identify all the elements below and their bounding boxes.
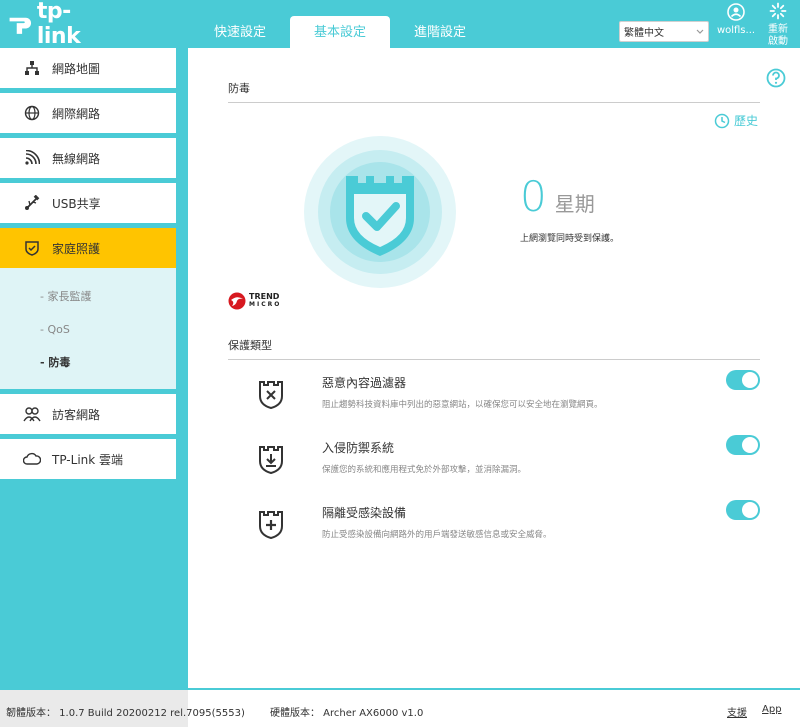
sidebar-item-label: 網路地圖 xyxy=(52,61,101,76)
sidebar-item-internet[interactable]: 網際網路 xyxy=(0,93,176,133)
hardware-version: 硬體版本： Archer AX6000 v1.0 xyxy=(270,708,424,719)
tp-link-logo-icon xyxy=(9,17,32,34)
section-title-antivirus: 防毒 xyxy=(228,80,760,103)
weeks-protected-value: 0 xyxy=(520,172,547,221)
usb-icon xyxy=(22,193,42,213)
tab-basic[interactable]: 基本設定 xyxy=(290,16,390,48)
weeks-protected-unit: 星期 xyxy=(554,192,595,216)
infected-quarantine-toggle[interactable] xyxy=(726,500,760,520)
homecare-subnav: - 家長監護 - QoS - 防毒 xyxy=(0,268,176,389)
sidebar-item-label: 網際網路 xyxy=(52,106,101,121)
app-link[interactable]: App xyxy=(762,704,782,715)
stat-description: 上網瀏覽同時受到保護。 xyxy=(520,234,620,244)
sidebar-item-wireless[interactable]: 無線網路 xyxy=(0,138,176,178)
trend-line1: TREND xyxy=(249,292,280,301)
support-link[interactable]: 支援 xyxy=(727,704,747,719)
subnav-item-qos[interactable]: - QoS xyxy=(40,313,176,346)
sidebar-item-usb[interactable]: USB共享 xyxy=(0,183,176,223)
cloud-icon xyxy=(22,449,42,469)
shield-icon xyxy=(22,238,42,258)
reboot-label: 重新啟動 xyxy=(768,24,788,47)
malicious-filter-toggle[interactable] xyxy=(726,370,760,390)
protection-shield-graphic xyxy=(304,136,456,288)
subnav-item-parental-controls[interactable]: - 家長監護 xyxy=(40,280,176,313)
user-icon xyxy=(727,3,745,21)
reboot-button[interactable]: 重新啟動 xyxy=(760,2,796,48)
trend-micro-icon xyxy=(228,292,246,310)
chevron-down-icon xyxy=(696,29,704,34)
sidebar-item-label: 家庭照護 xyxy=(52,241,101,256)
sidebar: 網路地圖 網際網路 無線網路 USB共享 家庭照護 - 家長監護 - QoS -… xyxy=(0,48,176,484)
language-select[interactable]: 繁體中文 xyxy=(619,21,709,42)
user-name: wolfls... xyxy=(716,25,756,36)
sidebar-item-label: 無線網路 xyxy=(52,151,101,166)
footer: 韌體版本： 1.0.7 Build 20200212 rel.7095(5553… xyxy=(0,690,800,727)
guests-icon xyxy=(22,404,42,424)
subnav-item-antivirus[interactable]: - 防毒 xyxy=(40,346,176,379)
tp-link-logo[interactable]: tp-link xyxy=(6,0,106,49)
user-account[interactable]: wolfls... xyxy=(716,2,756,36)
sidebar-item-homecare[interactable]: 家庭照護 xyxy=(0,228,176,268)
trend-line2: MICRO xyxy=(249,301,282,308)
sidebar-item-label: TP-Link 雲端 xyxy=(52,452,124,467)
sidebar-item-label: USB共享 xyxy=(52,196,101,211)
sidebar-item-network-map[interactable]: 網路地圖 xyxy=(0,48,176,88)
logo-text: tp-link xyxy=(36,0,81,49)
tab-quick-setup[interactable]: 快速設定 xyxy=(190,16,290,48)
sidebar-item-tplink-cloud[interactable]: TP-Link 雲端 xyxy=(0,439,176,479)
shield-x-icon xyxy=(259,381,283,410)
wifi-icon xyxy=(22,148,42,168)
sidebar-item-guest-network[interactable]: 訪客網路 xyxy=(0,394,176,434)
main-panel: 防毒 歷史 0 星期 上網瀏覽同時受到保護。 TREND MICRO 保護類型 … xyxy=(188,48,800,688)
shield-plus-icon xyxy=(259,511,283,540)
clock-icon xyxy=(714,113,730,128)
protection-row-intrusion-prevention: 入侵防禦系統 保護您的系統和應用程式免於外部攻擊，並消除漏洞。 xyxy=(228,435,760,495)
protection-title: 隔離受感染設備 xyxy=(322,506,407,520)
history-link[interactable]: 歷史 xyxy=(714,112,758,129)
intrusion-prevention-toggle[interactable] xyxy=(726,435,760,455)
protection-desc: 防止受感染設備向網路外的用戶端發送敏感信息或安全威脅。 xyxy=(322,530,552,540)
reboot-icon xyxy=(769,2,787,20)
history-label: 歷史 xyxy=(734,114,759,128)
tab-advanced[interactable]: 進階設定 xyxy=(390,16,490,48)
trend-micro-logo: TREND MICRO xyxy=(228,292,281,310)
protection-row-malicious-filter: 惡意內容過濾器 阻止趨勢科技資料庫中列出的惡意網站，以確保您可以安全地在瀏覽網頁… xyxy=(228,370,760,430)
protection-desc: 保護您的系統和應用程式免於外部攻擊，並消除漏洞。 xyxy=(322,465,527,475)
globe-icon xyxy=(22,103,42,123)
language-value: 繁體中文 xyxy=(624,28,664,39)
weeks-protected-stat: 0 星期 xyxy=(520,172,595,221)
help-icon[interactable] xyxy=(766,68,786,88)
top-tabs: 快速設定 基本設定 進階設定 xyxy=(190,16,490,48)
protection-title: 惡意內容過濾器 xyxy=(322,376,407,390)
firmware-version: 韌體版本： 1.0.7 Build 20200212 rel.7095(5553… xyxy=(6,708,245,719)
shield-download-icon xyxy=(259,446,283,475)
sidebar-item-label: 訪客網路 xyxy=(52,407,101,422)
protection-title: 入侵防禦系統 xyxy=(322,441,395,455)
protection-row-infected-quarantine: 隔離受感染設備 防止受感染設備向網路外的用戶端發送敏感信息或安全威脅。 xyxy=(228,500,760,560)
protection-desc: 阻止趨勢科技資料庫中列出的惡意網站，以確保您可以安全地在瀏覽網頁。 xyxy=(322,400,603,410)
network-map-icon xyxy=(22,58,42,78)
header: tp-link 快速設定 基本設定 進階設定 繁體中文 wolfls... 重新… xyxy=(0,0,800,49)
section-title-protection-type: 保護類型 xyxy=(228,337,760,360)
